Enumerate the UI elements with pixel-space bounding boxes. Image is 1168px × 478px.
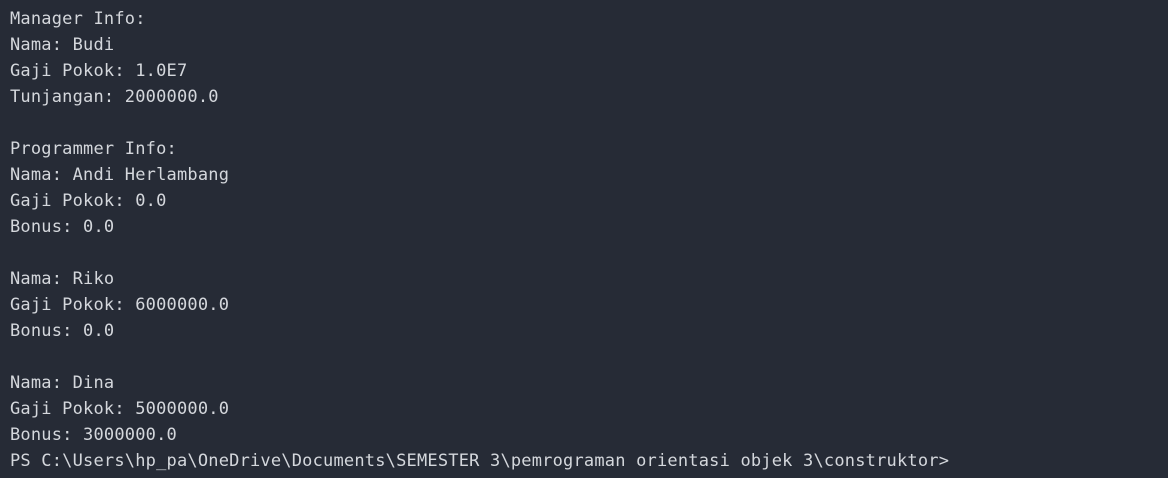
manager-nama: Nama: Budi [10,35,115,55]
shell-prompt[interactable]: PS C:\Users\hp_pa\OneDrive\Documents\SEM… [10,448,1168,474]
programmer-bonus: Bonus: 0.0 [10,217,115,237]
programmer-nama: Nama: Andi Herlambang [10,165,230,185]
terminal-output[interactable]: Manager Info: Nama: Budi Gaji Pokok: 1.0… [0,0,1168,478]
manager-tunjangan: Tunjangan: 2000000.0 [10,87,219,107]
programmer-gaji: Gaji Pokok: 5000000.0 [10,399,230,419]
programmer-nama: Nama: Dina [10,373,115,393]
programmer-gaji: Gaji Pokok: 6000000.0 [10,295,230,315]
programmer-bonus: Bonus: 3000000.0 [10,425,177,445]
shell-prompt-text: PS C:\Users\hp_pa\OneDrive\Documents\SEM… [10,451,950,471]
manager-header: Manager Info: [10,9,146,29]
manager-gaji: Gaji Pokok: 1.0E7 [10,61,188,81]
programmer-nama: Nama: Riko [10,269,115,289]
programmer-gaji: Gaji Pokok: 0.0 [10,191,167,211]
programmer-bonus: Bonus: 0.0 [10,321,115,341]
programmer-header: Programmer Info: [10,139,177,159]
